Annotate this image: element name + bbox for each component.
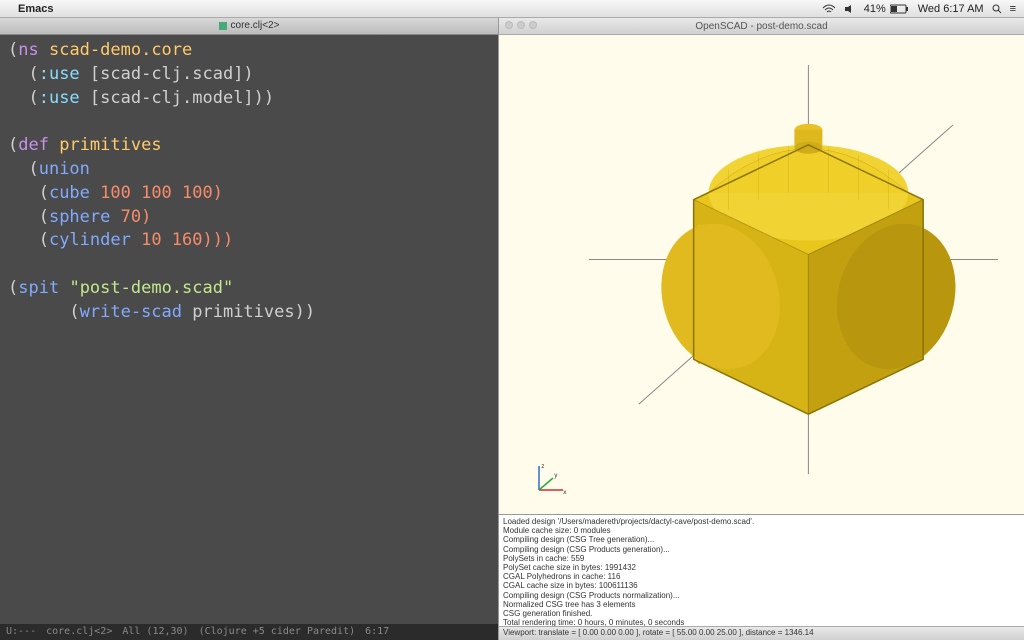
clojure-file-icon [219, 22, 227, 30]
console-line: Normalized CSG tree has 3 elements [503, 600, 1020, 609]
menubar-appname[interactable]: Emacs [18, 3, 53, 15]
console-line: Module cache size: 0 modules [503, 526, 1020, 535]
svg-text:z: z [541, 463, 545, 470]
volume-icon[interactable] [844, 4, 856, 14]
console-line: PolySets in cache: 559 [503, 554, 1020, 563]
console-line: CSG generation finished. [503, 609, 1020, 618]
mac-menubar: Emacs 41% Wed 6:17 AM ≡ [0, 0, 1024, 18]
axis-gizmo: z x y [529, 460, 569, 500]
spotlight-icon[interactable] [992, 4, 1002, 14]
openscad-titlebar[interactable]: OpenSCAD - post-demo.scad [499, 18, 1024, 35]
console-line: Loaded design '/Users/madereth/projects/… [503, 517, 1020, 526]
console-line: PolySet cache size in bytes: 1991432 [503, 563, 1020, 572]
svg-text:x: x [563, 489, 567, 496]
emacs-tab-label: core.clj<2> [231, 19, 280, 33]
console-line: Total rendering time: 0 hours, 0 minutes… [503, 618, 1020, 626]
menubar-clock[interactable]: Wed 6:17 AM [918, 3, 984, 15]
openscad-console[interactable]: Loaded design '/Users/madereth/projects/… [499, 514, 1024, 626]
emacs-window: core.clj<2> (ns scad-demo.core (:use [sc… [0, 18, 498, 640]
model-render [499, 35, 1024, 514]
console-line: Compiling design (CSG Products normaliza… [503, 591, 1020, 600]
svg-text:y: y [554, 472, 558, 479]
battery-status[interactable]: 41% [864, 3, 910, 15]
console-line: Compiling design (CSG Tree generation)..… [503, 535, 1020, 544]
traffic-lights[interactable] [505, 21, 537, 29]
menu-icon[interactable]: ≡ [1010, 3, 1016, 15]
emacs-tabbar[interactable]: core.clj<2> [0, 18, 498, 35]
code-editor[interactable]: (ns scad-demo.core (:use [scad-clj.scad]… [0, 35, 498, 329]
openscad-title-text: OpenSCAD - post-demo.scad [695, 21, 827, 32]
openscad-window: OpenSCAD - post-demo.scad [498, 18, 1024, 640]
wifi-icon[interactable] [822, 4, 836, 14]
console-line: Compiling design (CSG Products generatio… [503, 545, 1020, 554]
emacs-modeline: U:--- core.clj<2> All (12,30) (Clojure +… [0, 624, 498, 640]
console-line: CGAL cache size in bytes: 100611136 [503, 581, 1020, 590]
openscad-viewport[interactable]: z x y [499, 35, 1024, 514]
console-line: CGAL Polyhedrons in cache: 116 [503, 572, 1020, 581]
openscad-statusbar: Viewport: translate = [ 0.00 0.00 0.00 ]… [499, 626, 1024, 640]
